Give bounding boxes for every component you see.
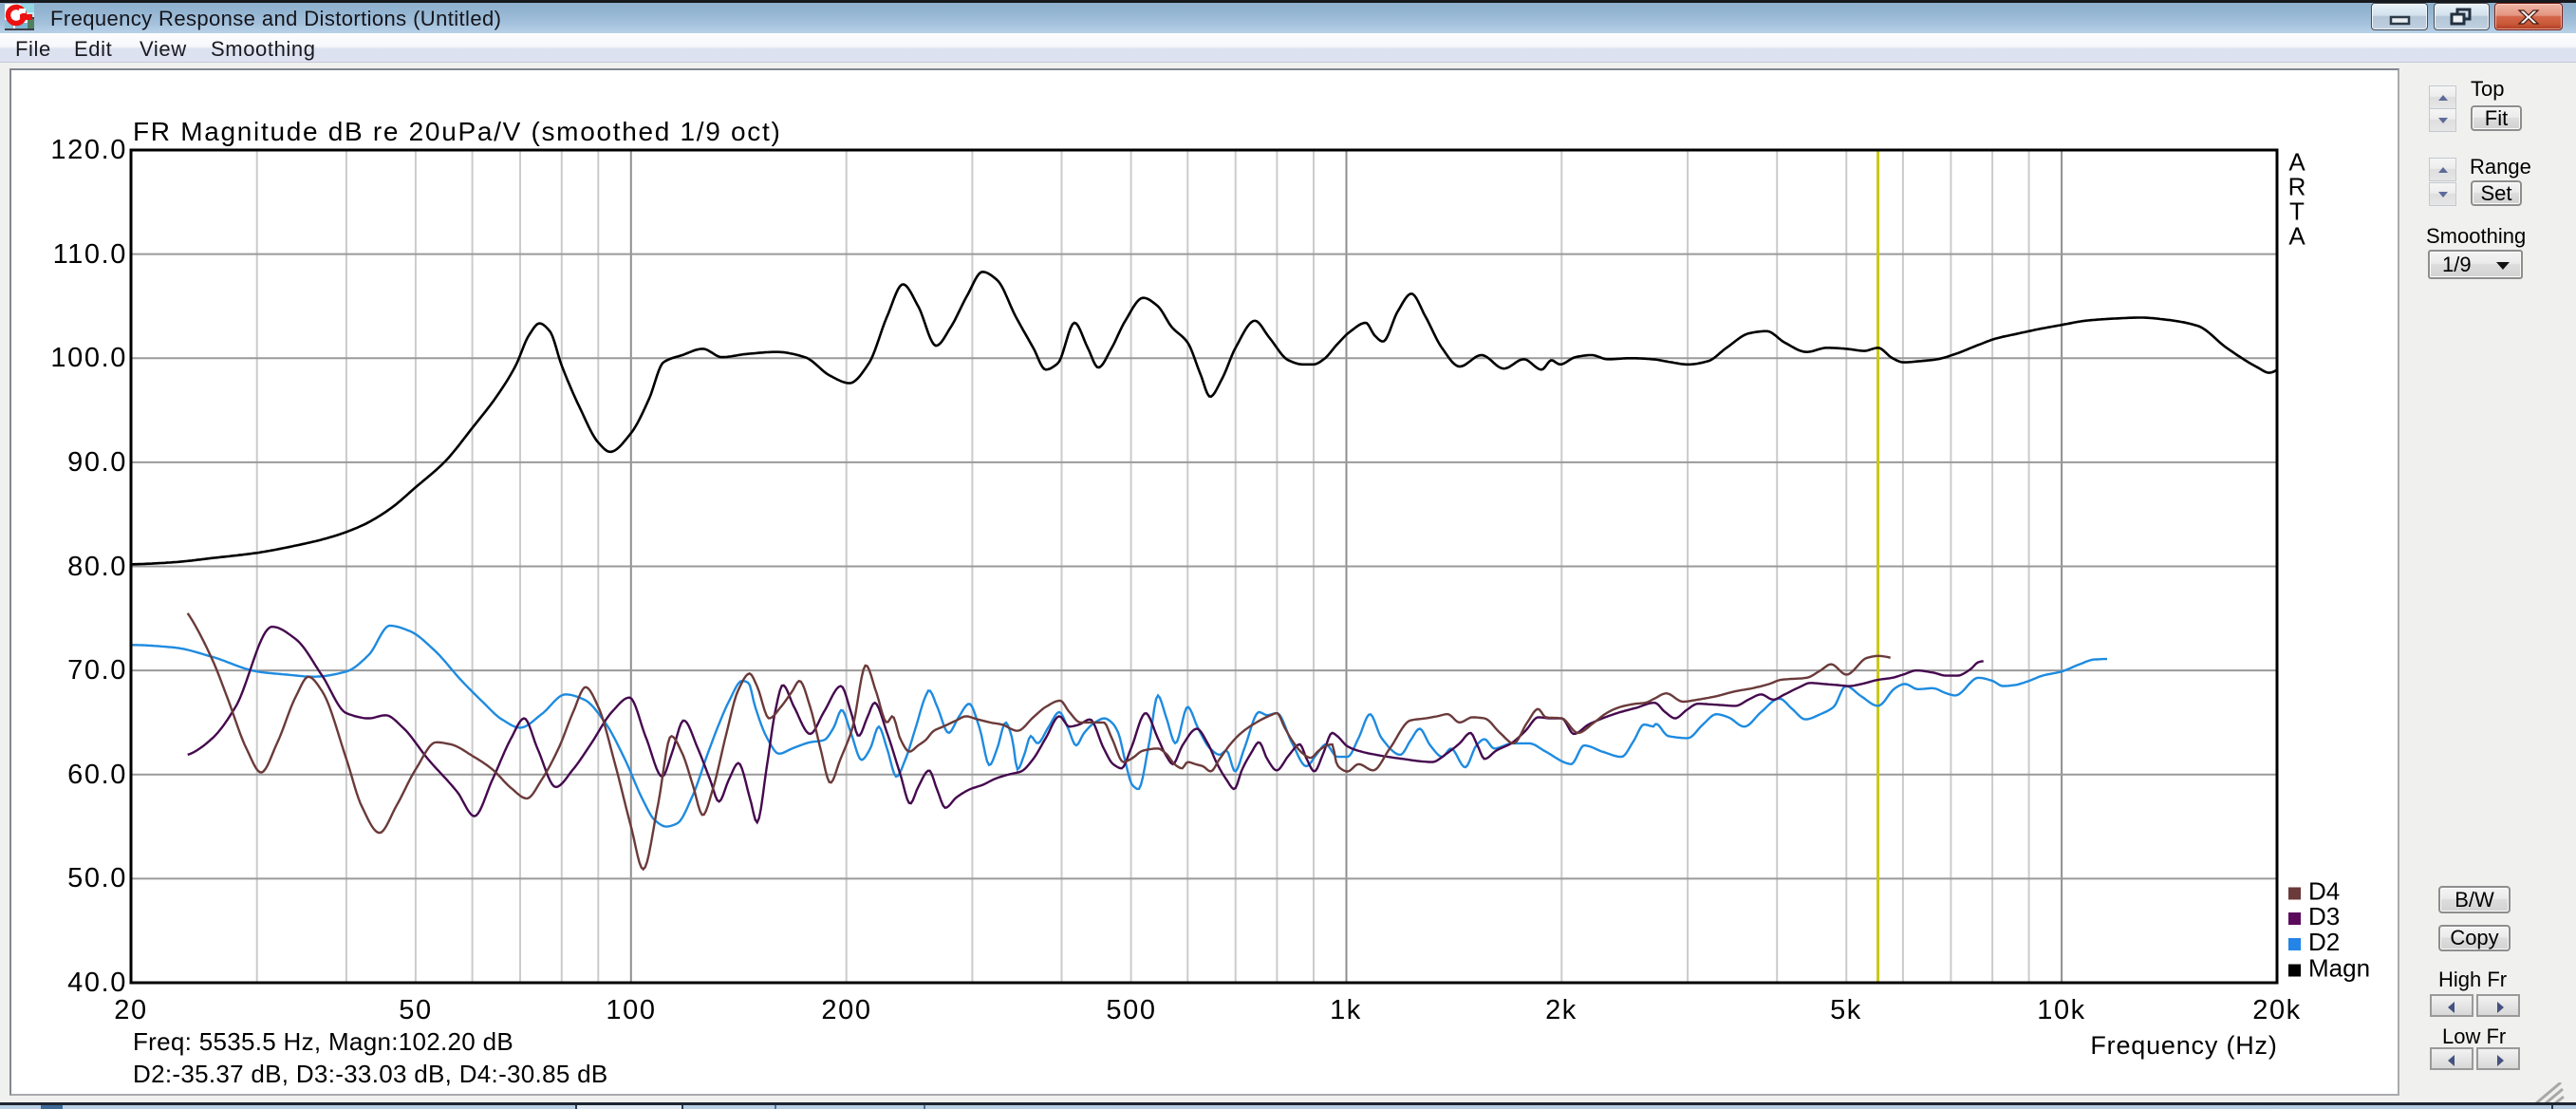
svg-text:A: A: [2288, 222, 2305, 251]
svg-text:200: 200: [821, 995, 871, 1025]
svg-text:110.0: 110.0: [53, 239, 127, 270]
svg-text:D4: D4: [2308, 877, 2340, 906]
svg-text:Magn: Magn: [2308, 954, 2370, 983]
svg-text:70.0: 70.0: [67, 655, 127, 686]
svg-text:20k: 20k: [2252, 995, 2302, 1025]
svg-text:10k: 10k: [2037, 995, 2086, 1025]
svg-text:2k: 2k: [1545, 995, 1577, 1025]
svg-text:1k: 1k: [1330, 995, 1362, 1025]
svg-text:50: 50: [399, 995, 432, 1025]
svg-text:500: 500: [1106, 995, 1156, 1025]
svg-text:100: 100: [606, 995, 656, 1025]
svg-text:D3: D3: [2308, 902, 2340, 930]
svg-text:80.0: 80.0: [67, 552, 127, 582]
svg-text:D2: D2: [2308, 928, 2340, 956]
svg-text:20: 20: [114, 995, 147, 1025]
svg-text:Freq: 5535.5 Hz, Magn:102.20 d: Freq: 5535.5 Hz, Magn:102.20 dB: [133, 1027, 513, 1056]
svg-text:90.0: 90.0: [67, 447, 127, 478]
svg-text:D2:-35.37 dB, D3:-33.03 dB, D4: D2:-35.37 dB, D3:-33.03 dB, D4:-30.85 dB: [133, 1060, 608, 1088]
svg-text:5k: 5k: [1830, 995, 1862, 1025]
svg-text:FR Magnitude dB re 20uPa/V (sm: FR Magnitude dB re 20uPa/V (smoothed 1/9…: [133, 117, 782, 146]
svg-text:50.0: 50.0: [67, 863, 127, 893]
svg-text:Frequency (Hz): Frequency (Hz): [2090, 1031, 2277, 1060]
svg-text:100.0: 100.0: [50, 343, 127, 373]
svg-text:120.0: 120.0: [50, 135, 127, 165]
svg-text:60.0: 60.0: [67, 760, 127, 790]
svg-text:40.0: 40.0: [67, 968, 127, 998]
